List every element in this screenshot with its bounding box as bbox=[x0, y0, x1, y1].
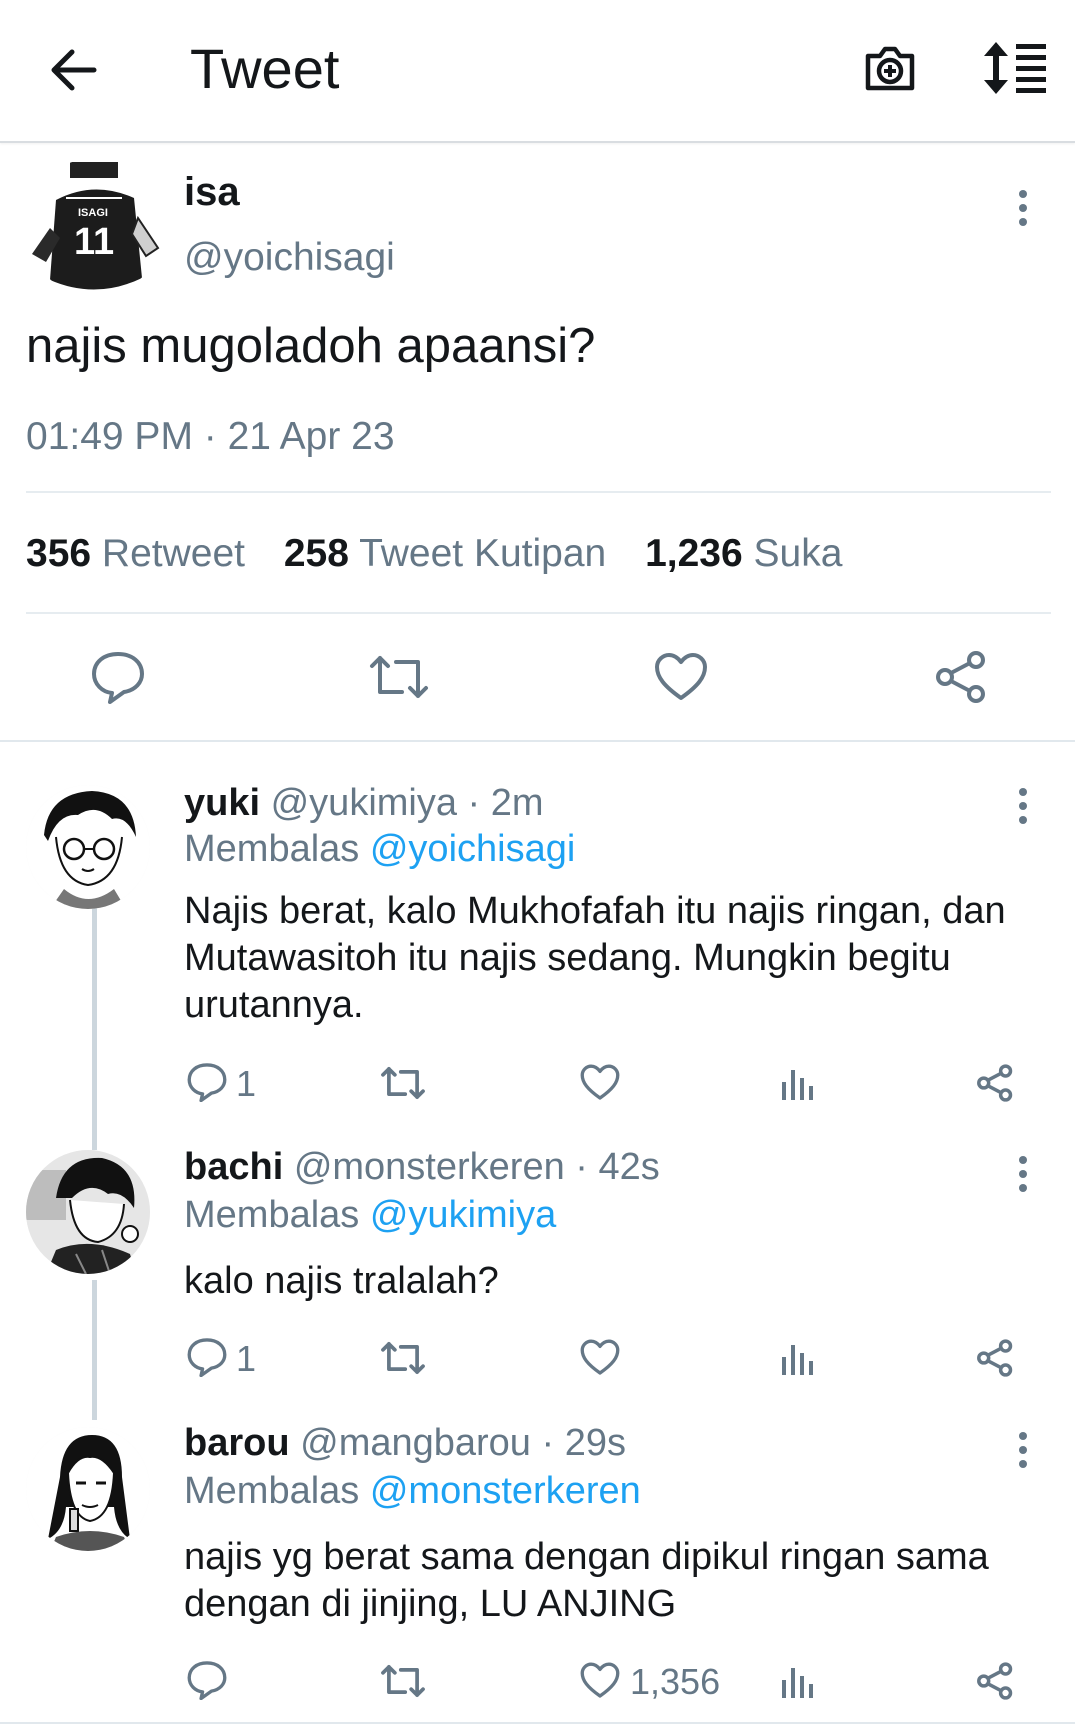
reply-count: 1 bbox=[236, 1338, 257, 1379]
author-name[interactable]: isa bbox=[184, 170, 240, 215]
analytics-icon bbox=[782, 1070, 813, 1100]
reply-text: najis yg berat sama dengan dipikul ringa… bbox=[184, 1536, 989, 1625]
like-button[interactable] bbox=[580, 1339, 620, 1376]
analytics-icon bbox=[782, 1345, 813, 1375]
sort-button[interactable] bbox=[982, 40, 1048, 96]
reply-count: 1 bbox=[236, 1063, 257, 1104]
reply-author-name[interactable]: bachi bbox=[184, 1146, 283, 1188]
analytics-button[interactable] bbox=[780, 1664, 816, 1700]
divider bbox=[0, 740, 1075, 742]
avatar-jersey-name: ISAGI bbox=[78, 207, 108, 219]
reply-text: Najis berat, kalo Mukhofafah itu najis r… bbox=[184, 890, 1006, 1026]
share-icon bbox=[977, 1339, 1013, 1377]
like-button[interactable] bbox=[654, 652, 708, 702]
likes-stat[interactable]: 1,236 Suka bbox=[645, 532, 842, 575]
replying-to-link[interactable]: @monsterkeren bbox=[370, 1470, 641, 1512]
reply-options-icon[interactable] bbox=[1019, 788, 1029, 830]
reply-options-icon[interactable] bbox=[1019, 1156, 1029, 1198]
share-icon bbox=[936, 651, 985, 703]
heart-icon bbox=[580, 1662, 620, 1698]
reply-icon bbox=[92, 652, 144, 704]
avatar-jersey-number: 11 bbox=[74, 221, 114, 263]
thread-line bbox=[92, 900, 97, 1150]
quote-stat[interactable]: 258 Tweet Kutipan bbox=[284, 532, 606, 575]
replying-to-link[interactable]: @yoichisagi bbox=[370, 828, 575, 870]
like-button[interactable] bbox=[580, 1064, 620, 1101]
analytics-button[interactable] bbox=[780, 1066, 816, 1102]
share-button[interactable] bbox=[976, 1339, 1014, 1377]
reply-icon bbox=[187, 1661, 227, 1700]
page-title: Tweet bbox=[190, 37, 340, 100]
retweet-icon bbox=[381, 1342, 425, 1374]
share-button[interactable] bbox=[934, 650, 988, 704]
tweet-options-icon[interactable] bbox=[1019, 190, 1029, 232]
reply-meta: @yukimiya · 2m bbox=[270, 782, 544, 824]
reply-meta: @mangbarou · 29s bbox=[300, 1422, 626, 1464]
reply-avatar[interactable] bbox=[26, 785, 150, 909]
retweet-button[interactable] bbox=[368, 652, 430, 702]
tweet-text: najis mugoladoh apaansi? bbox=[26, 319, 596, 373]
replying-prefix: Membalas bbox=[184, 828, 360, 870]
reply-button[interactable] bbox=[186, 1660, 228, 1700]
share-button[interactable] bbox=[976, 1662, 1014, 1700]
reply-meta: @monsterkeren · 42s bbox=[293, 1146, 660, 1188]
back-button[interactable] bbox=[44, 40, 104, 100]
tweet-stats: 356 Retweet 258 Tweet Kutipan 1,236 Suka bbox=[26, 532, 842, 576]
camera-plus-icon bbox=[865, 46, 915, 91]
reply-author-name[interactable]: yuki bbox=[184, 782, 260, 824]
retweet-icon bbox=[381, 1665, 425, 1697]
share-icon bbox=[977, 1662, 1013, 1700]
retweet-icon bbox=[370, 656, 428, 698]
share-icon bbox=[977, 1064, 1013, 1102]
reply-avatar[interactable] bbox=[26, 1427, 150, 1551]
reply-icon bbox=[187, 1063, 227, 1102]
reply-options-icon[interactable] bbox=[1019, 1432, 1029, 1474]
divider bbox=[0, 1722, 1075, 1724]
analytics-icon bbox=[782, 1668, 813, 1698]
share-button[interactable] bbox=[976, 1064, 1014, 1102]
heart-icon bbox=[655, 653, 707, 700]
retweet-button[interactable] bbox=[380, 1662, 426, 1700]
thread-line bbox=[92, 1280, 97, 1420]
reply-text: kalo najis tralalah? bbox=[184, 1260, 499, 1302]
reply-avatar[interactable] bbox=[26, 1150, 150, 1274]
retweet-icon bbox=[381, 1067, 425, 1099]
reply-button[interactable] bbox=[186, 1062, 228, 1102]
heart-icon bbox=[580, 1064, 620, 1100]
divider bbox=[26, 612, 1051, 614]
retweet-button[interactable] bbox=[380, 1064, 426, 1102]
like-count: 1,356 bbox=[630, 1661, 721, 1702]
top-app-bar: Tweet bbox=[0, 0, 1075, 143]
retweet-stat[interactable]: 356 Retweet bbox=[26, 532, 245, 575]
retweet-button[interactable] bbox=[380, 1339, 426, 1377]
sort-list-icon bbox=[984, 42, 1046, 94]
tweet-timestamp: 01:49 PM · 21 Apr 23 bbox=[26, 415, 395, 458]
arrow-left-icon bbox=[51, 49, 97, 91]
reply-button[interactable] bbox=[90, 650, 146, 704]
replying-prefix: Membalas bbox=[184, 1470, 360, 1512]
like-button[interactable] bbox=[580, 1662, 620, 1699]
author-handle[interactable]: @yoichisagi bbox=[184, 236, 395, 280]
divider bbox=[26, 491, 1051, 493]
heart-icon bbox=[580, 1339, 620, 1375]
replying-to-link[interactable]: @yukimiya bbox=[370, 1194, 556, 1236]
camera-button[interactable] bbox=[860, 38, 920, 98]
reply-button[interactable] bbox=[186, 1337, 228, 1377]
reply-icon bbox=[187, 1338, 227, 1377]
analytics-button[interactable] bbox=[780, 1341, 816, 1377]
reply-author-name[interactable]: barou bbox=[184, 1422, 290, 1464]
replying-prefix: Membalas bbox=[184, 1194, 360, 1236]
author-avatar[interactable]: ISAGI 11 bbox=[26, 158, 164, 296]
